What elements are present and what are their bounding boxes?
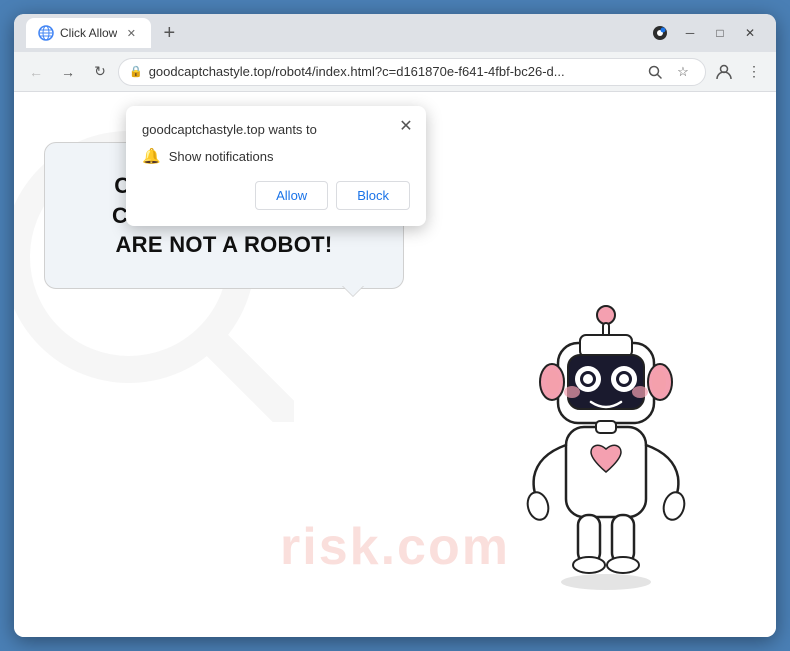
title-bar: Click Allow ✕ + ─ □ ✕ [14,14,776,52]
reload-button[interactable]: ↻ [86,58,114,86]
bookmark-button[interactable]: ☆ [671,60,695,84]
search-icon-button[interactable] [643,60,667,84]
toolbar-right: ⋮ [710,58,768,86]
profile-button[interactable] [710,58,738,86]
menu-button[interactable]: ⋮ [740,58,768,86]
forward-button[interactable]: → [54,58,82,86]
popup-buttons: Allow Block [142,181,410,210]
browser-window: Click Allow ✕ + ─ □ ✕ ← → ↻ 🔒 good [14,14,776,637]
minimize-button[interactable]: ─ [676,19,704,47]
window-controls: ─ □ ✕ [646,19,764,47]
tab-close-button[interactable]: ✕ [123,25,139,41]
address-text: goodcaptchastyle.top/robot4/index.html?c… [149,64,637,79]
content-area: ✕ goodcaptchastyle.top wants to 🔔 Show n… [14,92,776,637]
address-bar-icons: ☆ [643,60,695,84]
tab-title-label: Click Allow [60,26,117,40]
block-button[interactable]: Block [336,181,410,210]
address-bar[interactable]: 🔒 goodcaptchastyle.top/robot4/index.html… [118,58,706,86]
back-button[interactable]: ← [22,58,50,86]
popup-close-button[interactable]: ✕ [394,114,418,138]
tab-bar: Click Allow ✕ + [26,18,638,48]
toolbar: ← → ↻ 🔒 goodcaptchastyle.top/robot4/inde… [14,52,776,92]
lock-icon: 🔒 [129,65,143,78]
close-button[interactable]: ✕ [736,19,764,47]
bell-icon: 🔔 [142,147,161,165]
popup-site-text: goodcaptchastyle.top wants to [142,122,410,137]
robot-svg [496,297,716,607]
chrome-notifications-button[interactable] [646,19,674,47]
notification-popup: ✕ goodcaptchastyle.top wants to 🔔 Show n… [126,106,426,226]
watermark-text: risk.com [280,517,510,577]
tab-favicon [38,25,54,41]
robot-character [496,297,716,607]
active-tab[interactable]: Click Allow ✕ [26,18,151,48]
popup-notification-label: Show notifications [169,149,274,164]
popup-notification-row: 🔔 Show notifications [142,147,410,165]
allow-button[interactable]: Allow [255,181,328,210]
maximize-button[interactable]: □ [706,19,734,47]
new-tab-button[interactable]: + [155,19,183,47]
